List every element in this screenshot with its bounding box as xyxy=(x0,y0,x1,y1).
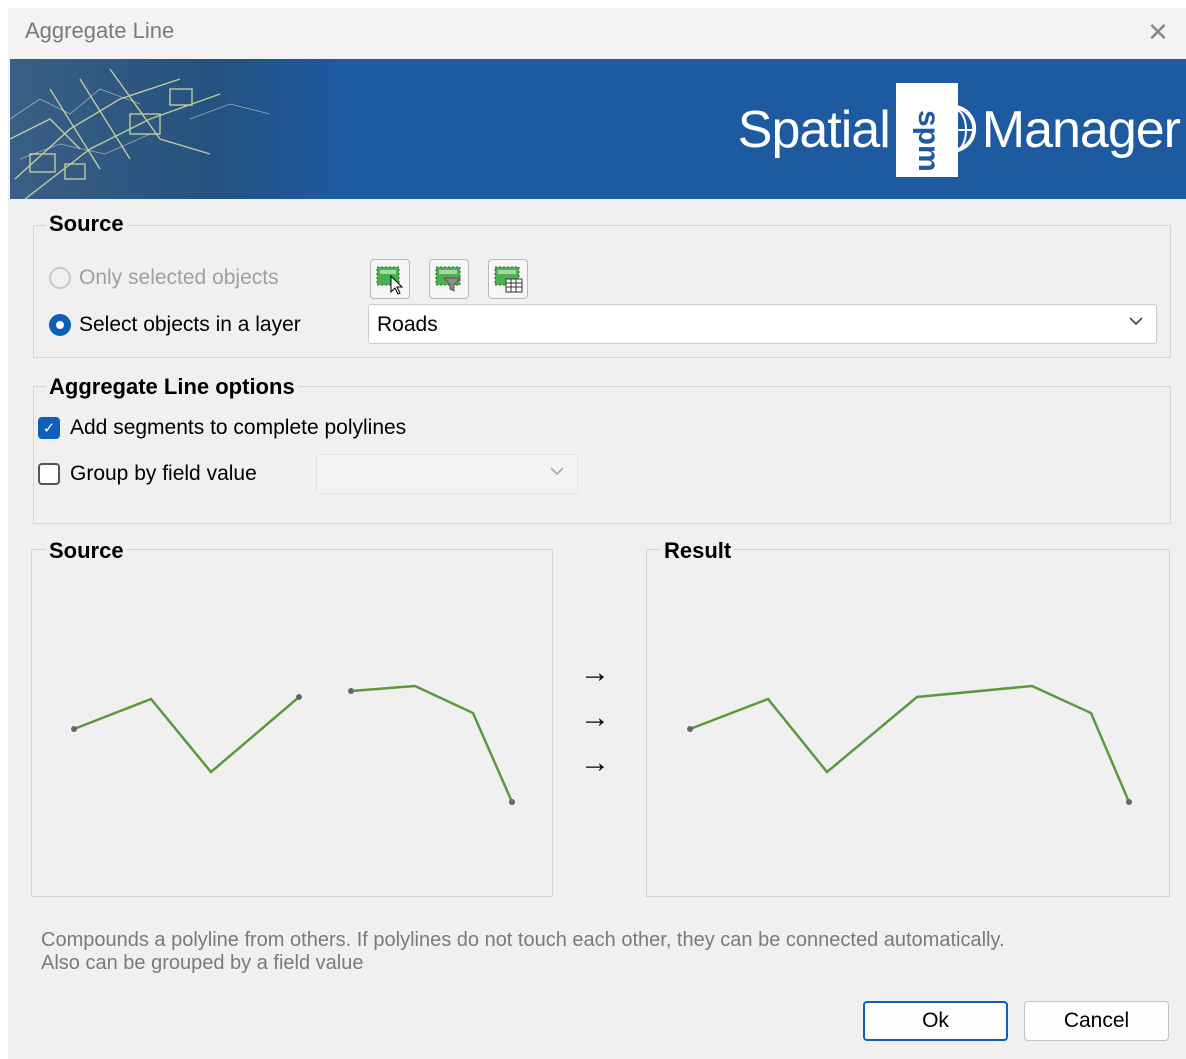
table-select-button[interactable] xyxy=(488,259,528,299)
only-selected-label: Only selected objects xyxy=(79,266,279,289)
cancel-button[interactable]: Cancel xyxy=(1024,1001,1169,1041)
arrow-icon: → xyxy=(580,746,610,779)
select-layer-label: Select objects in a layer xyxy=(79,313,301,336)
select-objects-icon xyxy=(376,266,404,295)
group-by-field-dropdown[interactable] xyxy=(316,454,578,494)
add-segments-label: Add segments to complete polylines xyxy=(70,416,407,439)
add-segments-checkbox[interactable]: ✓ Add segments to complete polylines xyxy=(38,416,406,440)
check-icon: ✓ xyxy=(38,417,60,439)
filter-objects-icon xyxy=(435,266,462,292)
aggregate-line-dialog: Aggregate Line ✕ Spatial spm Manager Sou… xyxy=(8,8,1186,1059)
source-legend: Source xyxy=(46,211,127,237)
spm-logo-text: spm xyxy=(911,110,945,172)
result-preview-legend: Result xyxy=(661,538,735,564)
only-selected-radio[interactable]: Only selected objects xyxy=(49,266,279,290)
window-title: Aggregate Line xyxy=(25,18,175,43)
source-preview-legend: Source xyxy=(46,538,127,564)
source-polylines-illustration xyxy=(71,684,515,805)
arrow-icon: → xyxy=(580,656,610,689)
source-preview-panel xyxy=(31,549,553,897)
spatial-manager-logo: Spatial spm Manager xyxy=(737,83,1181,177)
brand-word-right: Manager xyxy=(981,101,1181,159)
brand-banner: Spatial spm Manager xyxy=(10,59,1186,199)
checkbox-box xyxy=(38,463,60,485)
group-by-label: Group by field value xyxy=(70,462,257,485)
city-map-image xyxy=(10,59,340,199)
close-icon[interactable]: ✕ xyxy=(1140,14,1176,50)
table-select-icon xyxy=(494,266,523,293)
select-layer-radio[interactable]: Select objects in a layer xyxy=(49,313,301,337)
group-by-checkbox[interactable]: Group by field value xyxy=(38,462,257,486)
result-preview-panel xyxy=(646,549,1170,897)
result-polyline-illustration xyxy=(687,684,1132,805)
description-text: Compounds a polyline from others. If pol… xyxy=(41,929,1005,974)
chevron-down-icon xyxy=(1128,313,1144,334)
brand-word-left: Spatial xyxy=(737,101,891,159)
spm-logo-icon: spm xyxy=(895,83,958,177)
layer-dropdown-value: Roads xyxy=(377,313,438,336)
radio-indicator xyxy=(49,267,71,289)
title-bar: Aggregate Line ✕ xyxy=(8,8,1186,59)
chevron-down-icon xyxy=(549,463,565,484)
arrow-icon: → xyxy=(580,701,610,734)
select-objects-button[interactable] xyxy=(370,259,410,299)
layer-dropdown[interactable]: Roads xyxy=(368,304,1157,344)
filter-objects-button[interactable] xyxy=(429,259,469,299)
options-group xyxy=(33,386,1171,524)
radio-indicator xyxy=(49,314,71,336)
ok-button[interactable]: Ok xyxy=(863,1001,1008,1041)
options-legend: Aggregate Line options xyxy=(46,374,298,400)
